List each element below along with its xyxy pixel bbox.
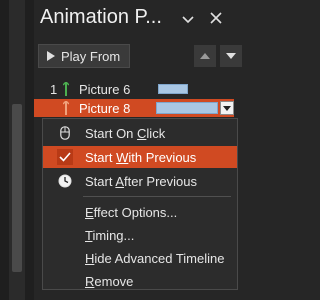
animation-list-item[interactable]: Picture 8 — [34, 99, 234, 117]
triangle-down-icon — [223, 105, 231, 111]
menu-item-label: Effect Options... — [85, 205, 178, 220]
pane-options-button[interactable] — [178, 10, 198, 30]
menu-item-effect-options[interactable]: Effect Options... — [43, 201, 237, 223]
mouse-icon — [57, 125, 73, 141]
menu-item-label: Hide Advanced Timeline — [85, 251, 225, 266]
animation-number: 1 — [50, 82, 58, 97]
play-from-label: Play From — [61, 48, 121, 64]
move-later-button[interactable] — [220, 45, 242, 67]
animation-name: Picture 8 — [79, 101, 131, 116]
entrance-effect-icon — [62, 100, 70, 115]
play-icon — [47, 51, 55, 61]
menu-item-label: Timing... — [85, 228, 135, 243]
left-strip — [0, 0, 34, 300]
menu-item-label: Remove — [85, 274, 134, 289]
timing-bar[interactable] — [158, 84, 188, 94]
triangle-up-icon — [200, 53, 210, 59]
close-pane-button[interactable] — [206, 10, 226, 30]
menu-item-timing[interactable]: Timing... — [43, 224, 237, 246]
menu-item-label: Start After Previous — [85, 174, 198, 189]
menu-item-label: Start With Previous — [85, 150, 197, 165]
menu-item-remove[interactable]: Remove — [43, 270, 237, 292]
menu-item-label: Start On Click — [85, 126, 166, 141]
clock-icon — [57, 173, 73, 189]
menu-separator — [83, 196, 231, 197]
animation-dropdown-button[interactable] — [220, 101, 234, 115]
move-earlier-button[interactable] — [194, 45, 216, 67]
menu-item-start-after-previous[interactable]: Start After Previous — [43, 170, 237, 192]
scrollbar-thumb[interactable] — [12, 104, 22, 272]
menu-item-hide-advanced-timeline[interactable]: Hide Advanced Timeline — [43, 247, 237, 269]
pane-title: Animation P... — [40, 6, 162, 28]
checkmark-icon — [57, 149, 73, 165]
animation-list-item[interactable]: 1 Picture 6 — [34, 80, 234, 98]
animation-name: Picture 6 — [79, 82, 131, 97]
close-icon — [210, 11, 222, 29]
triangle-down-icon — [226, 53, 236, 59]
entrance-effect-icon — [62, 81, 70, 96]
menu-item-start-with-previous[interactable]: Start With Previous — [43, 146, 237, 168]
chevron-down-icon — [182, 11, 194, 29]
timing-bar[interactable] — [156, 102, 218, 114]
play-from-button[interactable]: Play From — [38, 44, 130, 68]
menu-item-start-on-click[interactable]: Start On Click — [43, 122, 237, 144]
animation-context-menu: Start On Click Start With Previous Start… — [42, 118, 238, 290]
